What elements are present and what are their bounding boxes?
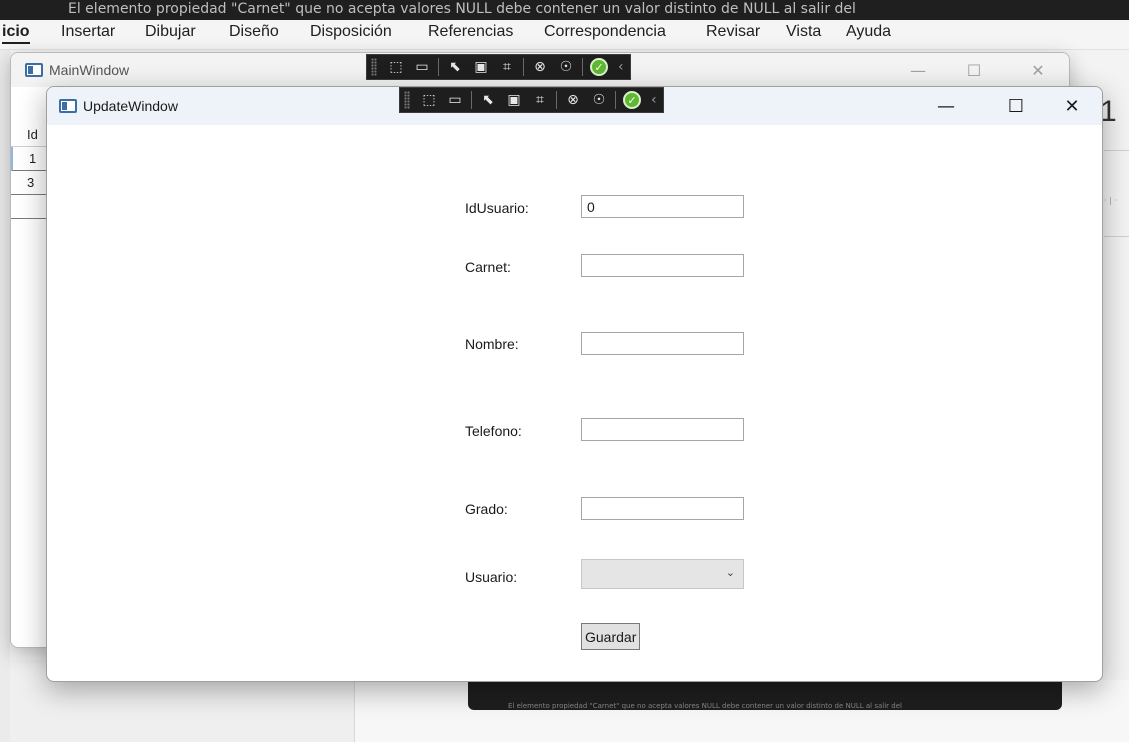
users-data-grid[interactable]: Id 1 3 bbox=[11, 123, 51, 219]
usuario-label: Usuario: bbox=[465, 569, 518, 585]
binding-failures-icon[interactable]: ⊗ bbox=[560, 89, 586, 111]
menu-item-inicio[interactable]: icio bbox=[2, 23, 30, 44]
preview-icon[interactable]: ▭ bbox=[409, 56, 435, 78]
background-notification-text: El elemento propiedad "Carnet" que no ac… bbox=[68, 1, 856, 17]
main-window-title: MainWindow bbox=[49, 62, 130, 78]
menu-item-vista[interactable]: Vista bbox=[786, 23, 821, 41]
idusuario-label: IdUsuario: bbox=[465, 200, 529, 216]
toolbar-separator bbox=[523, 58, 524, 76]
carnet-label: Carnet: bbox=[465, 259, 511, 275]
menu-item-correspondencia[interactable]: Correspondencia bbox=[544, 23, 666, 41]
toolbar-separator bbox=[556, 91, 557, 109]
track-focus-icon[interactable]: ⌗ bbox=[527, 89, 553, 111]
menu-item-insertar[interactable]: Insertar bbox=[61, 23, 115, 41]
telefono-label: Telefono: bbox=[465, 423, 522, 439]
menu-item-dibujar[interactable]: Dibujar bbox=[145, 23, 196, 41]
select-element-icon[interactable]: ⬚ bbox=[383, 56, 409, 78]
grid-row-new[interactable] bbox=[11, 195, 51, 219]
accessibility-icon[interactable]: ☉ bbox=[553, 56, 579, 78]
grado-label: Grado: bbox=[465, 501, 508, 517]
accessibility-icon[interactable]: ☉ bbox=[586, 89, 612, 111]
menu-item-disposicion[interactable]: Disposición bbox=[310, 23, 392, 41]
xaml-debug-toolbar-update[interactable]: ⬚ ▭ ⬉ ▣ ⌗ ⊗ ☉ ✓ ‹ bbox=[399, 87, 664, 113]
menu-item-ayuda[interactable]: Ayuda bbox=[846, 23, 891, 41]
pointer-icon[interactable]: ⬉ bbox=[475, 89, 501, 111]
grid-column-header-id[interactable]: Id bbox=[11, 123, 51, 147]
pointer-icon[interactable]: ⬉ bbox=[442, 56, 468, 78]
select-element-icon[interactable]: ⬚ bbox=[416, 89, 442, 111]
menu-item-revisar[interactable]: Revisar bbox=[706, 23, 760, 41]
minimize-button[interactable]: — bbox=[923, 87, 969, 125]
usuario-combobox[interactable]: ⌄ bbox=[581, 559, 744, 589]
layout-adorner-icon[interactable]: ▣ bbox=[468, 56, 494, 78]
update-window[interactable]: UpdateWindow — ☐ ✕ IdUsuario: Carnet: No… bbox=[46, 86, 1103, 682]
collapse-chevron-icon[interactable]: ‹ bbox=[651, 92, 657, 108]
maximize-button[interactable]: ☐ bbox=[951, 55, 997, 85]
grid-row[interactable]: 1 bbox=[11, 147, 51, 171]
background-ruler: · | · bbox=[1104, 196, 1117, 205]
maximize-button[interactable]: ☐ bbox=[993, 87, 1039, 125]
binding-failures-icon[interactable]: ⊗ bbox=[527, 56, 553, 78]
collapse-chevron-icon[interactable]: ‹ bbox=[618, 59, 624, 75]
background-divider bbox=[1104, 150, 1129, 151]
background-menu-bar: icio Insertar Dibujar Diseño Disposición… bbox=[0, 20, 1129, 50]
toolbar-grip-icon[interactable] bbox=[404, 91, 410, 109]
carnet-input[interactable] bbox=[581, 254, 744, 277]
nombre-input[interactable] bbox=[581, 332, 744, 355]
close-button[interactable]: ✕ bbox=[1015, 55, 1061, 85]
menu-item-diseno[interactable]: Diseño bbox=[229, 23, 279, 41]
background-banner-text: El elemento propiedad "Carnet" que no ac… bbox=[508, 702, 902, 710]
hot-reload-ok-icon[interactable]: ✓ bbox=[590, 58, 608, 76]
background-dark-banner: El elemento propiedad "Carnet" que no ac… bbox=[468, 680, 1062, 710]
toolbar-separator bbox=[582, 58, 583, 76]
xaml-debug-toolbar-main[interactable]: ⬚ ▭ ⬉ ▣ ⌗ ⊗ ☉ ✓ ‹ bbox=[366, 54, 631, 80]
save-button[interactable]: Guardar bbox=[581, 623, 641, 650]
nombre-label: Nombre: bbox=[465, 336, 519, 352]
grado-input[interactable] bbox=[581, 497, 744, 520]
hot-reload-ok-icon[interactable]: ✓ bbox=[623, 91, 641, 109]
minimize-button[interactable]: — bbox=[895, 55, 941, 85]
telefono-input[interactable] bbox=[581, 418, 744, 441]
toolbar-grip-icon[interactable] bbox=[371, 58, 377, 76]
background-left-rail bbox=[0, 50, 10, 742]
background-divider bbox=[1104, 236, 1129, 237]
window-app-icon bbox=[59, 99, 77, 113]
background-notification-strip: El elemento propiedad "Carnet" que no ac… bbox=[0, 0, 1129, 20]
idusuario-input[interactable] bbox=[581, 195, 744, 218]
grid-row[interactable]: 3 bbox=[11, 171, 51, 195]
toolbar-separator bbox=[471, 91, 472, 109]
close-button[interactable]: ✕ bbox=[1049, 87, 1095, 125]
preview-icon[interactable]: ▭ bbox=[442, 89, 468, 111]
toolbar-separator bbox=[438, 58, 439, 76]
chevron-down-icon[interactable]: ⌄ bbox=[726, 566, 735, 579]
update-window-title: UpdateWindow bbox=[83, 98, 178, 114]
window-app-icon bbox=[25, 63, 43, 77]
menu-item-referencias[interactable]: Referencias bbox=[428, 23, 513, 41]
track-focus-icon[interactable]: ⌗ bbox=[494, 56, 520, 78]
toolbar-separator bbox=[615, 91, 616, 109]
layout-adorner-icon[interactable]: ▣ bbox=[501, 89, 527, 111]
